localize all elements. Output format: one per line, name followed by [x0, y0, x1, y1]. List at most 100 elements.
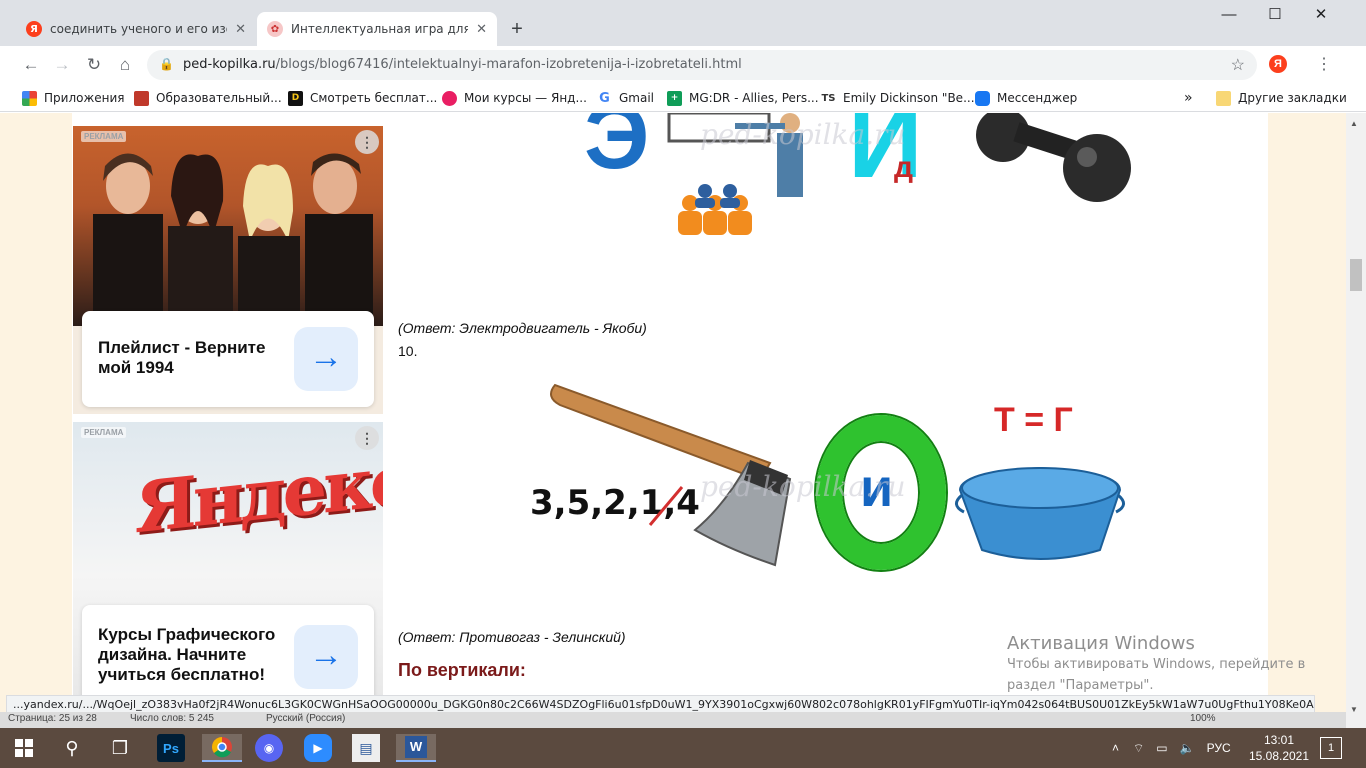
- yandex-logo-text: Яндекс: [135, 437, 383, 550]
- activation-line2: раздел "Параметры".: [1007, 678, 1154, 693]
- yandex-extension-icon[interactable]: Я: [1269, 55, 1287, 73]
- scroll-thumb[interactable]: [1350, 259, 1362, 291]
- url-text[interactable]: ped-kopilka.ru/blogs/blog67416/intelektu…: [183, 57, 742, 72]
- messenger-icon: [975, 90, 990, 106]
- tab-strip: Я соединить ученого и его изобр... ✕ ✿ И…: [0, 0, 1366, 46]
- arrow-right-icon[interactable]: →: [294, 625, 358, 689]
- news-app-icon[interactable]: ▤: [352, 734, 380, 762]
- bookmark-messenger[interactable]: Мессенджер: [975, 89, 1077, 107]
- google-icon: G: [597, 90, 612, 106]
- maximize-button[interactable]: ☐: [1252, 0, 1298, 30]
- word-word-count: Число слов: 5 245: [130, 713, 214, 724]
- yandex-icon: Я: [26, 21, 42, 37]
- close-window-button[interactable]: ✕: [1298, 0, 1344, 30]
- other-bookmarks[interactable]: Другие закладки: [1216, 89, 1347, 107]
- answer-10: (Ответ: Противогаз - Зелинский): [398, 629, 626, 645]
- folder-icon: [1216, 90, 1231, 106]
- reload-icon[interactable]: ↻: [83, 54, 105, 76]
- answer-9: (Ответ: Электродвигатель - Якоби): [398, 320, 647, 336]
- forward-icon[interactable]: →: [51, 54, 73, 76]
- arrow-right-icon[interactable]: →: [294, 327, 358, 391]
- toolbar: ← → ↻ ⌂ 🔒 ped-kopilka.ru/blogs/blog67416…: [0, 46, 1366, 84]
- chrome-icon[interactable]: [202, 734, 242, 762]
- back-icon[interactable]: ←: [20, 54, 42, 76]
- scroll-up-icon[interactable]: ▲: [1350, 119, 1358, 128]
- ts-icon: TS: [821, 90, 836, 106]
- bookmark-apps[interactable]: Приложения: [22, 89, 125, 107]
- input-language[interactable]: РУС: [1207, 741, 1231, 755]
- close-icon[interactable]: ✕: [476, 22, 487, 37]
- activation-line1: Чтобы активировать Windows, перейдите в: [1007, 657, 1306, 672]
- bookmark-edu[interactable]: Образовательный...: [134, 89, 282, 107]
- clock[interactable]: 13:01 15.08.2021: [1248, 732, 1310, 764]
- zoom-icon[interactable]: ▶: [304, 734, 332, 762]
- d-icon: D: [288, 90, 303, 106]
- ad-title: Курсы Графического дизайна. Начните учит…: [98, 625, 276, 684]
- bookmark-label: Gmail: [619, 91, 655, 105]
- discord-icon[interactable]: ◉: [255, 734, 283, 762]
- hex-icon: [442, 90, 457, 106]
- bookmark-mgdr[interactable]: + MG:DR - Allies, Pers...: [667, 89, 819, 107]
- task-view-icon[interactable]: ❐: [106, 734, 134, 762]
- tab-active[interactable]: ✿ Интеллектуальная игра для шко... ✕: [257, 12, 497, 46]
- bookmark-label: Приложения: [44, 91, 125, 105]
- apps-grid-icon: [22, 90, 37, 106]
- search-icon[interactable]: ⚲: [58, 734, 86, 762]
- notifications-icon[interactable]: 1: [1320, 737, 1342, 759]
- browser-menu-icon[interactable]: ⋮: [1316, 54, 1332, 74]
- battery-icon[interactable]: ▭: [1156, 741, 1167, 755]
- bookmark-star-icon[interactable]: ☆: [1231, 55, 1245, 75]
- bookmarks-bar: Приложения Образовательный... D Смотреть…: [0, 84, 1366, 112]
- volume-icon[interactable]: 🔈: [1180, 741, 1195, 755]
- bookmark-courses[interactable]: Мои курсы — Янд...: [442, 89, 587, 107]
- page-viewport: РЕКЛАМА ⋮ Плейлист - Верните мой 1994 → …: [0, 113, 1346, 728]
- address-bar[interactable]: 🔒 ped-kopilka.ru/blogs/blog67416/intelek…: [147, 50, 1257, 80]
- ad-design-courses[interactable]: Яндекс РЕКЛАМА ⋮ Курсы Графического диза…: [73, 422, 383, 728]
- section-heading-vertical: По вертикали:: [398, 660, 526, 680]
- home-icon[interactable]: ⌂: [114, 54, 136, 76]
- url-domain: ped-kopilka.ru: [183, 57, 276, 72]
- word-icon[interactable]: W: [396, 734, 436, 762]
- new-tab-button[interactable]: +: [505, 17, 529, 41]
- bookmark-gmail[interactable]: G Gmail: [597, 89, 654, 107]
- ad-band-photo: [73, 126, 383, 326]
- tab-yandex[interactable]: Я соединить ученого и его изобр... ✕: [16, 12, 256, 46]
- ad-label: РЕКЛАМА: [81, 427, 127, 438]
- page-scrollbar[interactable]: ▲ ▼: [1346, 113, 1366, 728]
- system-tray: ˄ ⌔ ▭ 🔈 РУС: [1112, 728, 1243, 768]
- browser-window: Я соединить ученого и его изобр... ✕ ✿ И…: [0, 0, 1366, 728]
- tab-title: Интеллектуальная игра для шко...: [291, 22, 469, 36]
- clock-time: 13:01: [1263, 733, 1295, 747]
- close-icon[interactable]: ✕: [235, 22, 246, 37]
- bookmarks-overflow[interactable]: »: [1184, 89, 1193, 107]
- puzzle-letter-d: д: [894, 151, 914, 184]
- ad-playlist[interactable]: РЕКЛАМА ⋮ Плейлист - Верните мой 1994 →: [73, 126, 383, 414]
- other-bookmarks-label: Другие закладки: [1238, 91, 1347, 105]
- watermark: ped-kopilka.ru: [700, 118, 906, 151]
- word-page-count: Страница: 25 из 28: [8, 713, 97, 724]
- windows-taskbar: ⚲ ❐ Ps ◉ ▶ ▤ W ˄ ⌔ ▭ 🔈 РУС 13:01 15.08.2…: [0, 728, 1366, 768]
- activation-title: Активация Windows: [1007, 633, 1195, 654]
- ad-title: Плейлист - Верните мой 1994: [98, 338, 266, 377]
- ad-menu-icon[interactable]: ⋮: [355, 426, 379, 450]
- network-icon[interactable]: ⌔: [1133, 741, 1144, 756]
- puzzle-rule: Т = Г: [994, 401, 1073, 439]
- bookmark-label: Образовательный...: [156, 91, 282, 105]
- windows-start-icon[interactable]: [10, 734, 38, 762]
- sheets-icon: +: [667, 90, 682, 106]
- minimize-button[interactable]: —: [1206, 0, 1252, 30]
- puzzle-letter-e: Э: [584, 113, 650, 188]
- tray-chevron-icon[interactable]: ˄: [1112, 741, 1119, 755]
- word-language: Русский (Россия): [266, 713, 346, 724]
- photoshop-icon[interactable]: Ps: [157, 734, 185, 762]
- ad-card[interactable]: Плейлист - Верните мой 1994 →: [82, 311, 374, 407]
- lock-icon: 🔒: [159, 57, 174, 71]
- scroll-down-icon[interactable]: ▼: [1350, 705, 1358, 714]
- ad-menu-icon[interactable]: ⋮: [355, 130, 379, 154]
- url-path: /blogs/blog67416/intelektualnyi-marafon-…: [275, 57, 742, 72]
- puzzle-10-image: 3,5,2,1,4 О и Т = Г ped-kopilka.ru: [520, 375, 1160, 585]
- tab-title: соединить ученого и его изобр...: [50, 22, 227, 36]
- bookmark-watch[interactable]: D Смотреть бесплат...: [288, 89, 437, 107]
- site-icon: ✿: [267, 21, 283, 37]
- bookmark-emily[interactable]: TS Emily Dickinson "Be...: [821, 89, 975, 107]
